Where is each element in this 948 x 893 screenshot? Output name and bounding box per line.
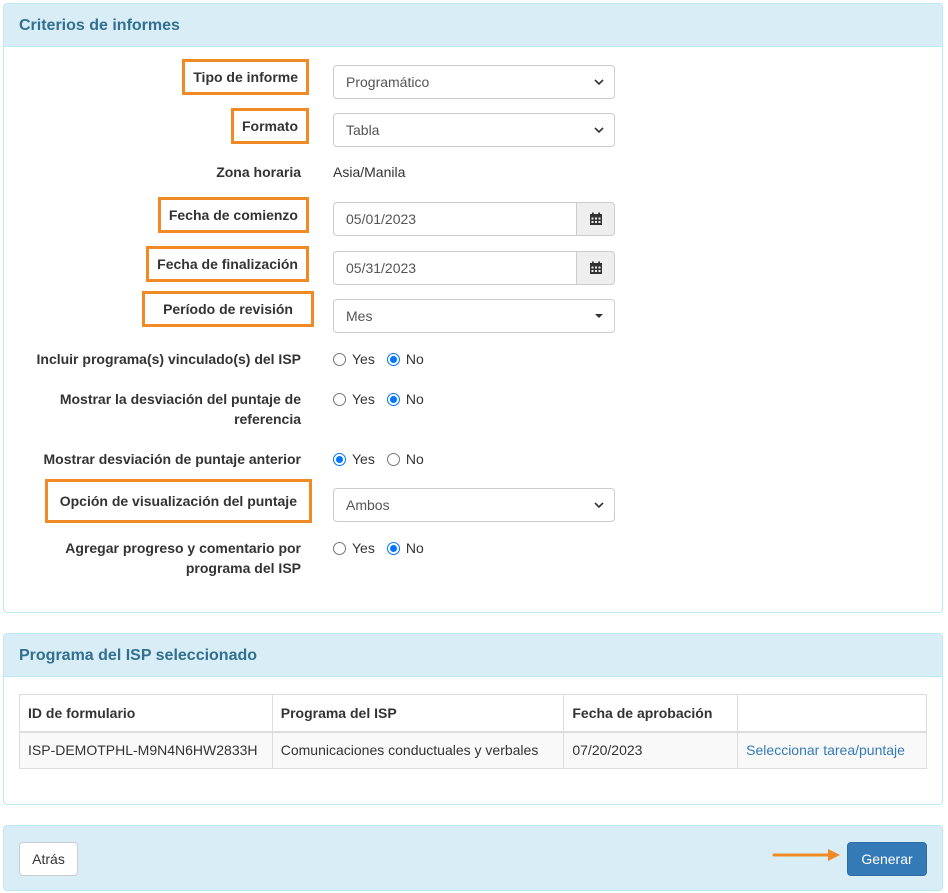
radio-icon — [333, 392, 346, 406]
action-cell: Seleccionar tarea/puntaje — [737, 731, 927, 769]
timezone-label: Zona horaria — [216, 164, 301, 180]
approval-date-cell: 07/20/2023 — [563, 731, 739, 769]
report-type-value: Programático — [346, 74, 430, 90]
show-baseline-yes[interactable]: Yes — [333, 389, 375, 409]
format-label: Formato — [231, 108, 309, 144]
calendar-icon — [589, 212, 602, 225]
program-cell: Comunicaciones conductuales y verbales — [271, 731, 565, 769]
start-date-label: Fecha de comienzo — [157, 197, 309, 233]
radio-icon — [333, 352, 346, 366]
calendar-icon — [589, 261, 602, 274]
selected-program-table: ID de formulario Programa del ISP Fecha … — [19, 694, 927, 769]
chevron-down-icon — [594, 79, 604, 86]
selected-program-heading: Programa del ISP seleccionado — [4, 634, 942, 677]
column-header: ID de formulario — [19, 694, 273, 733]
table-header-row: ID de formulario Programa del ISP Fecha … — [19, 694, 927, 733]
select-task-score-link[interactable]: Seleccionar tarea/puntaje — [746, 742, 905, 758]
show-baseline-no[interactable]: No — [386, 389, 424, 409]
radio-icon — [333, 541, 346, 555]
generate-button[interactable]: Generar — [847, 842, 927, 876]
chevron-down-icon — [594, 127, 604, 134]
review-period-value: Mes — [346, 308, 373, 324]
end-date-input[interactable]: 05/31/2023 — [333, 251, 576, 285]
show-previous-radios: Yes No — [333, 449, 436, 469]
show-previous-yes[interactable]: Yes — [333, 449, 375, 469]
end-date-label: Fecha de finalización — [146, 246, 309, 282]
arrow-right-icon — [772, 849, 840, 861]
report-criteria-heading: Criterios de informes — [4, 4, 942, 47]
end-date-calendar-button[interactable] — [576, 251, 615, 285]
add-progress-label: Agregar progreso y comentario por progra… — [65, 540, 301, 576]
end-date-row: Fecha de finalización 05/31/2023 — [4, 246, 942, 285]
add-progress-radios: Yes No — [333, 538, 436, 558]
column-header: Fecha de aprobación — [563, 694, 739, 733]
add-progress-yes[interactable]: Yes — [333, 538, 375, 558]
show-previous-label: Mostrar desviación de puntaje anterior — [43, 451, 301, 467]
score-display-value: Ambos — [346, 497, 390, 513]
start-date-group: 05/01/2023 — [333, 202, 615, 236]
report-criteria-panel: Criterios de informes Tipo de informe Pr… — [3, 3, 943, 613]
include-linked-label: Incluir programa(s) vinculado(s) del ISP — [36, 351, 302, 367]
radio-icon — [386, 452, 400, 466]
show-baseline-radios: Yes No — [333, 389, 436, 409]
score-display-label: Opción de visualización del puntaje — [44, 479, 312, 523]
end-date-group: 05/31/2023 — [333, 251, 615, 285]
start-date-calendar-button[interactable] — [576, 202, 615, 236]
selected-program-panel: Programa del ISP seleccionado ID de form… — [3, 633, 943, 805]
include-linked-yes[interactable]: Yes — [333, 349, 375, 369]
show-baseline-label: Mostrar la desviación del puntaje de ref… — [59, 391, 301, 427]
radio-selected-icon — [386, 352, 400, 366]
radio-selected-icon — [386, 392, 400, 406]
timezone-value: Asia/Manila — [333, 164, 406, 180]
table-row: ISP-DEMOTPHL-M9N4N6HW2833H Comunicacione… — [19, 731, 927, 769]
add-progress-no[interactable]: No — [386, 538, 424, 558]
footer-panel: Atrás Generar — [3, 825, 943, 891]
report-type-select[interactable]: Programático — [333, 65, 615, 99]
format-select[interactable]: Tabla — [333, 113, 615, 147]
form-id-cell: ISP-DEMOTPHL-M9N4N6HW2833H — [19, 731, 273, 769]
start-date-input[interactable]: 05/01/2023 — [333, 202, 576, 236]
caret-down-icon — [595, 314, 603, 318]
format-value: Tabla — [346, 122, 380, 138]
radio-selected-icon — [386, 541, 400, 555]
start-date-row: Fecha de comienzo 05/01/2023 — [4, 197, 942, 236]
chevron-down-icon — [594, 502, 604, 509]
show-previous-no[interactable]: No — [386, 449, 424, 469]
review-period-label: Período de revisión — [142, 291, 314, 327]
radio-selected-icon — [333, 452, 346, 466]
include-linked-no[interactable]: No — [386, 349, 424, 369]
include-linked-radios: Yes No — [333, 349, 436, 369]
column-header — [737, 694, 927, 733]
back-button[interactable]: Atrás — [19, 842, 78, 876]
report-type-label: Tipo de informe — [182, 59, 309, 95]
score-display-select[interactable]: Ambos — [333, 488, 615, 522]
review-period-select[interactable]: Mes — [333, 299, 615, 333]
column-header: Programa del ISP — [271, 694, 565, 733]
